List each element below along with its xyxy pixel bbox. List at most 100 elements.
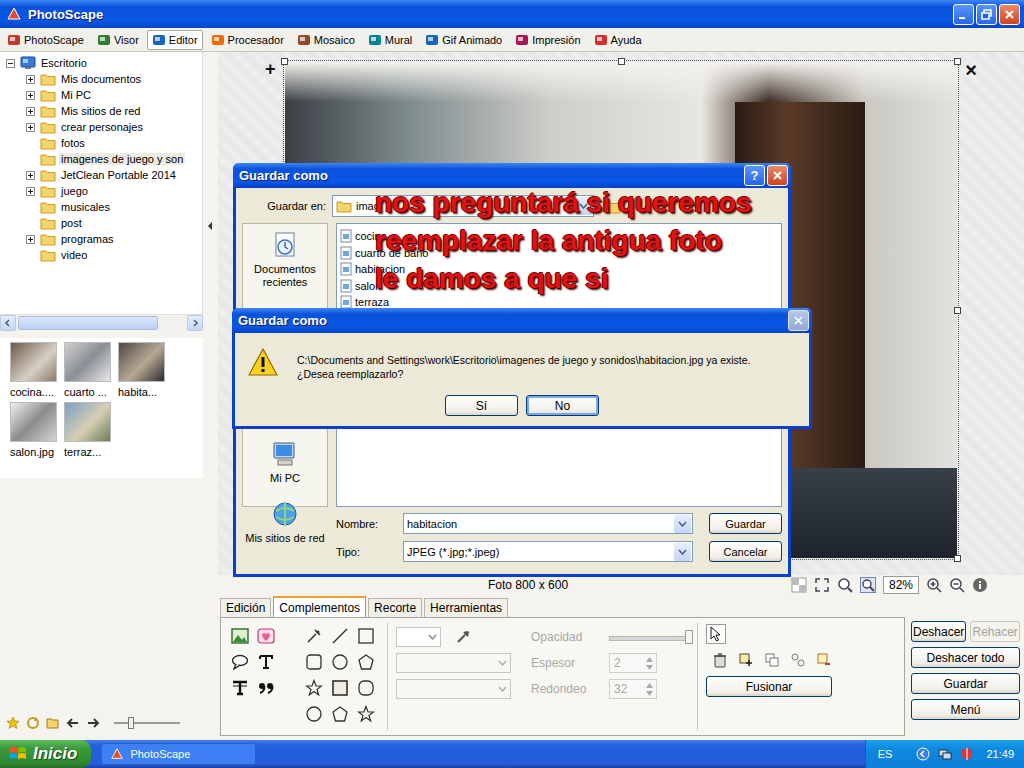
module-tab[interactable]: Procesador [206,30,289,50]
thumbnail-zoom-slider[interactable] [114,716,180,730]
module-tab[interactable]: Editor [147,30,203,50]
tree-item[interactable]: Mi PC [0,87,202,103]
expand-icon[interactable] [26,187,35,196]
module-tab[interactable]: Ayuda [589,30,647,50]
forward-icon[interactable] [86,716,100,730]
thumbnail[interactable]: salon.jpg [10,402,58,458]
resize-handle[interactable] [954,58,961,65]
zoom-in-icon[interactable] [926,577,942,593]
tree-item[interactable]: Mis documentos [0,71,202,87]
shape-tool[interactable] [327,649,353,675]
action-button[interactable]: Guardar [911,673,1020,694]
shape-tool[interactable] [327,701,353,727]
photo-tool[interactable] [227,623,253,649]
rounding-spinner[interactable]: 32 [609,679,657,699]
shape-tool[interactable] [327,623,353,649]
merge-button[interactable]: Fusionar [706,676,832,697]
collapse-arrow-icon[interactable] [208,222,213,230]
slider-thumb[interactable] [685,630,693,644]
thumbnail[interactable]: cocina.... [10,342,58,398]
tree-item[interactable]: JetClean Portable 2014 [0,167,202,183]
expand-icon[interactable] [26,171,35,180]
security-shield-icon[interactable] [960,747,974,761]
edit-tab[interactable]: Recorte [368,598,422,617]
fit-icon[interactable] [814,577,830,593]
add-mark[interactable]: + [265,60,276,78]
place-item[interactable]: Mis sitios de red [244,499,326,545]
frame-tool[interactable] [253,623,279,649]
expand-icon[interactable] [26,235,35,244]
shape-tool[interactable] [353,701,379,727]
module-tab[interactable]: Visor [92,30,144,50]
remove-mark[interactable]: × [965,60,977,80]
expand-icon[interactable] [26,75,35,84]
text-tool[interactable] [253,649,279,675]
start-button[interactable]: Inicio [0,740,91,768]
module-tab[interactable]: Mosaico [292,30,360,50]
scroll-track[interactable] [16,315,187,331]
file-type-dropdown[interactable]: JPEG (*.jpg;*.jpeg) [403,541,693,562]
thumbnail[interactable]: cuarto ... [64,342,112,398]
select-tool[interactable] [706,624,726,644]
edit-tab[interactable]: Complementos [273,596,366,617]
balloon-tool[interactable] [227,649,253,675]
collapse-icon[interactable] [6,59,15,68]
stamp-tool[interactable] [227,675,253,701]
shape-tool[interactable] [301,701,327,727]
help-button[interactable]: ? [744,165,765,186]
thumbnail[interactable]: terraz... [64,402,112,458]
shape-tool[interactable] [301,675,327,701]
shape-tool[interactable] [353,623,379,649]
shape-tool[interactable] [353,675,379,701]
confirm-button[interactable]: No [526,395,599,416]
resize-handle[interactable] [618,58,625,65]
scroll-right-button[interactable] [187,315,203,331]
group-icon[interactable] [790,652,806,668]
back-icon[interactable] [66,716,80,730]
action-button[interactable]: Deshacer [911,621,966,642]
tree-item[interactable]: fotos [0,135,202,151]
module-tab[interactable]: Gif Animado [420,30,507,50]
language-indicator[interactable]: ES [878,748,893,760]
close-button[interactable] [767,165,788,186]
down-icon[interactable] [646,691,653,696]
shape-tool[interactable] [301,649,327,675]
line-style-dropdown[interactable] [396,653,511,673]
bring-front-icon[interactable] [738,652,754,668]
thumbnail[interactable]: habita... [118,342,166,398]
zoom-level[interactable]: 82% [883,576,919,594]
close-button[interactable] [999,4,1020,25]
resize-handle[interactable] [954,307,961,314]
checker-icon[interactable] [791,577,807,593]
slider-thumb[interactable] [128,717,134,729]
action-button[interactable]: Menú [911,699,1020,720]
zoom-out-icon[interactable] [949,577,965,593]
resize-handle[interactable] [954,555,961,562]
zoom-fit-icon[interactable] [860,577,876,593]
tree-scrollbar[interactable] [0,314,203,331]
module-tab[interactable]: PhotoScape [2,30,89,50]
tree-item[interactable]: Mis sitios de red [0,103,202,119]
action-button[interactable]: Deshacer todo [911,647,1020,668]
up-icon[interactable] [646,683,653,688]
network-icon[interactable] [938,747,952,761]
expand-icon[interactable] [26,107,35,116]
resize-handle[interactable] [281,58,288,65]
zoom-actual-icon[interactable] [837,577,853,593]
restore-button[interactable] [976,4,997,25]
tree-item[interactable]: musicales [0,199,202,215]
expand-icon[interactable] [26,91,35,100]
tree-item[interactable]: post [0,215,202,231]
reset-icon[interactable] [816,652,832,668]
color-dropdown[interactable] [396,627,441,647]
taskbar-item[interactable]: PhotoScape [101,743,256,765]
eyedropper-icon[interactable] [455,629,471,645]
copy-icon[interactable] [764,652,780,668]
shape-tool[interactable] [301,623,327,649]
refresh-icon[interactable] [26,716,40,730]
open-folder-icon[interactable] [46,716,60,730]
tree-item[interactable]: video [0,247,202,263]
cancel-button[interactable]: Cancelar [709,541,782,562]
minimize-button[interactable] [953,4,974,25]
shape-tool[interactable] [327,675,353,701]
